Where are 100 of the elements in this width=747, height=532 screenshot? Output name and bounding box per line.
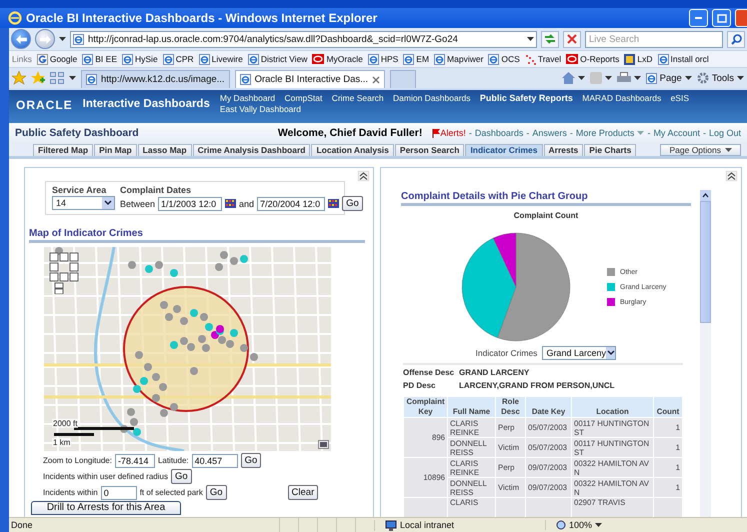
add-favorite-icon[interactable] bbox=[31, 71, 45, 85]
maximize-button[interactable] bbox=[712, 9, 731, 27]
link-item[interactable]: OCS bbox=[488, 54, 520, 64]
favorites-star-icon[interactable] bbox=[12, 71, 26, 85]
map-overview-icon[interactable] bbox=[318, 440, 329, 449]
collapse-icon[interactable] bbox=[726, 171, 737, 181]
dashboard-link[interactable]: eSIS bbox=[670, 93, 689, 104]
section-title: Map of Indicator Crimes bbox=[29, 228, 365, 243]
menu-link[interactable]: More Products bbox=[576, 128, 634, 138]
zoom-level[interactable]: 100% bbox=[569, 520, 592, 530]
header-link[interactable]: My Account bbox=[653, 128, 700, 138]
quick-tabs-icon[interactable] bbox=[50, 72, 64, 84]
search-button[interactable] bbox=[727, 30, 745, 48]
drill-button[interactable]: Drill to Arrests for this Area bbox=[31, 501, 181, 515]
page-options-button[interactable]: Page Options bbox=[660, 144, 741, 156]
indicator-dropdown[interactable]: Grand Larceny bbox=[542, 346, 616, 360]
header-link[interactable]: Log Out bbox=[708, 128, 741, 138]
browser-tab[interactable]: Oracle BI Interactive Das... bbox=[234, 70, 386, 88]
maximize-icon bbox=[716, 14, 726, 22]
link-item[interactable]: Install orcl bbox=[658, 54, 709, 64]
service-area-dropdown[interactable]: 14 bbox=[52, 196, 115, 210]
caret-icon[interactable] bbox=[59, 37, 66, 41]
link-item[interactable]: Travel bbox=[524, 54, 562, 64]
date-field[interactable]: 1/1/2003 12:0 bbox=[158, 196, 222, 210]
dashboard-link[interactable]: Public Safety Reports bbox=[480, 93, 573, 104]
map-zoom-controls-icon[interactable] bbox=[49, 252, 79, 294]
refresh-button[interactable] bbox=[541, 30, 559, 48]
flag-icon bbox=[432, 128, 440, 138]
search-field[interactable]: Live Search bbox=[585, 30, 723, 48]
caret-icon[interactable] bbox=[527, 37, 534, 41]
link-item[interactable]: CPR bbox=[162, 54, 194, 64]
link-item[interactable]: HySie bbox=[122, 54, 158, 64]
field-label: Service Area bbox=[52, 185, 108, 196]
dashboard-link[interactable]: East Vally Dashboard bbox=[220, 104, 301, 115]
browser-tab[interactable]: http://www.k12.dc.us/image... bbox=[81, 70, 230, 88]
link-item[interactable]: BI EE bbox=[82, 54, 117, 64]
link-item[interactable]: District View bbox=[248, 54, 308, 64]
caret-icon[interactable] bbox=[737, 76, 744, 80]
monitor-icon bbox=[385, 520, 397, 530]
links-label: Links bbox=[12, 54, 32, 64]
dashboard-tab[interactable]: Crime Analysis Dashboard bbox=[192, 144, 310, 156]
page-menu[interactable]: Page bbox=[646, 72, 692, 84]
dashboard-tab[interactable]: Pin Map bbox=[94, 144, 137, 156]
address-field[interactable]: http://jconrad-lap.us.oracle.com:9704/analytics/saw.dll?Dashboard&_scid=rl0W7Z-Go24 bbox=[70, 30, 537, 48]
home-button[interactable] bbox=[562, 72, 585, 84]
caret-icon[interactable] bbox=[69, 76, 76, 80]
close-button[interactable] bbox=[735, 9, 747, 27]
link-item[interactable]: Google bbox=[36, 54, 78, 64]
go-button[interactable]: Go bbox=[240, 453, 262, 468]
link-item[interactable]: LxD bbox=[624, 54, 652, 64]
dashboard-tab[interactable]: Indicator Crimes bbox=[465, 144, 543, 156]
printer-icon bbox=[616, 72, 631, 84]
caret-icon[interactable] bbox=[684, 76, 692, 80]
dashboard-link[interactable]: CompStat bbox=[284, 93, 322, 104]
header-link[interactable]: Dashboards bbox=[474, 128, 524, 138]
longitude-field[interactable]: -78.414 bbox=[114, 454, 155, 468]
dashboard-link[interactable]: MARAD Dashboards bbox=[582, 93, 662, 104]
go-button[interactable]: Go bbox=[206, 485, 227, 500]
tools-menu[interactable]: Tools bbox=[696, 72, 744, 84]
dashboard-tab[interactable]: Lasso Map bbox=[138, 144, 192, 156]
date-field[interactable]: 7/20/2004 12:0 bbox=[257, 196, 326, 210]
latitude-field[interactable]: 40.457 bbox=[192, 454, 238, 468]
link-item[interactable]: Livewire bbox=[198, 54, 243, 64]
dashboard-link[interactable]: Crime Search bbox=[332, 93, 384, 104]
scrollbar[interactable] bbox=[700, 190, 711, 517]
link-item[interactable]: O-Reports bbox=[566, 54, 620, 64]
calendar-icon[interactable] bbox=[328, 199, 340, 208]
feeds-button[interactable] bbox=[590, 72, 612, 84]
go-button[interactable]: Go bbox=[170, 469, 192, 484]
close-tab-icon[interactable] bbox=[372, 76, 380, 84]
link-item[interactable]: EM bbox=[403, 54, 430, 64]
stop-button[interactable] bbox=[563, 30, 581, 48]
dashboard-tab[interactable]: Location Analysis bbox=[311, 144, 394, 156]
print-button[interactable] bbox=[616, 72, 641, 84]
dashboard-link[interactable]: Damion Dashboards bbox=[393, 93, 471, 104]
alerts-link[interactable]: Alerts! bbox=[432, 128, 466, 138]
field-value: LARCENY,GRAND FROM PERSON,UNCL bbox=[459, 381, 616, 390]
minimize-icon bbox=[695, 17, 702, 19]
dashboard-link[interactable]: My Dashboard bbox=[220, 93, 276, 104]
distance-field[interactable]: 0 bbox=[100, 486, 137, 500]
back-button[interactable] bbox=[11, 29, 31, 49]
scroll-up-icon[interactable] bbox=[700, 190, 711, 201]
oracle-logo: ORACLE bbox=[16, 98, 73, 112]
dashboard-tab[interactable]: Pie Charts bbox=[584, 144, 636, 156]
calendar-icon[interactable] bbox=[225, 199, 236, 208]
caret-icon[interactable] bbox=[634, 76, 641, 80]
minimize-button[interactable] bbox=[689, 9, 708, 27]
dashboard-tab[interactable]: Person Search bbox=[394, 144, 464, 156]
caret-icon[interactable] bbox=[595, 523, 602, 527]
link-item[interactable]: Mapviwer bbox=[434, 54, 484, 64]
link-item[interactable]: HPS bbox=[368, 54, 398, 64]
dashboard-tab[interactable]: Arrests bbox=[544, 144, 584, 156]
link-item[interactable]: MyOracle bbox=[312, 54, 363, 64]
caret-icon[interactable] bbox=[578, 76, 585, 80]
caret-icon[interactable] bbox=[604, 76, 612, 80]
header-link[interactable]: Answers bbox=[532, 128, 567, 138]
collapse-icon[interactable] bbox=[358, 171, 369, 181]
go-button[interactable]: Go bbox=[342, 196, 363, 211]
dashboard-tab[interactable]: Filtered Map bbox=[33, 144, 94, 156]
clear-button[interactable]: Clear bbox=[288, 485, 318, 500]
